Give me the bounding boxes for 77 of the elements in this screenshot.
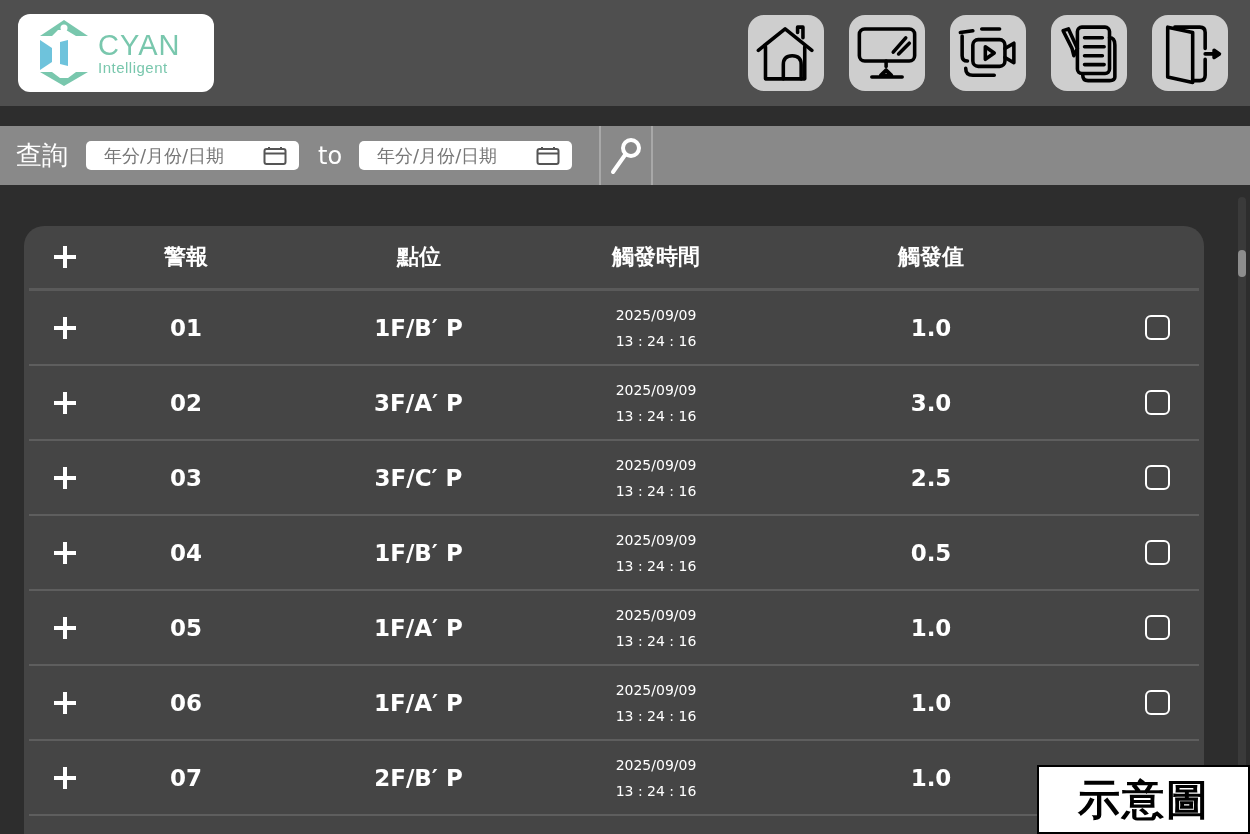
table-cell-text: 1F/B′ P: [373, 539, 464, 566]
expand-button[interactable]: [53, 690, 77, 715]
expand-button[interactable]: [53, 765, 77, 790]
expand-button[interactable]: [53, 615, 77, 640]
table-cell-text: 0.5: [909, 539, 953, 566]
table-cell-text: 2F/B′ P: [373, 764, 464, 791]
date-text: 2025/09/09: [615, 531, 697, 548]
document-button[interactable]: [1051, 15, 1127, 91]
time-text: 13 : 24 : 16: [615, 707, 697, 724]
table-cell-text: 1F/A′ P: [373, 689, 464, 716]
column-header: 觸發值: [896, 243, 965, 271]
time-text: 13 : 24 : 16: [615, 407, 697, 424]
table-cell-text: 1F/B′ P: [373, 314, 464, 341]
diagram-note: 示意圖: [1077, 773, 1210, 826]
logo-tagline: Intelligent: [98, 60, 169, 75]
table-cell-text: 03: [169, 464, 203, 491]
checkbox[interactable]: [1145, 540, 1170, 565]
scrollbar-thumb[interactable]: [1238, 250, 1246, 277]
calendar-icon: [263, 145, 287, 166]
table-cell-text: 05: [169, 614, 203, 641]
date-field[interactable]: 年分/月份/日期: [359, 141, 573, 170]
logout-button[interactable]: [1152, 15, 1228, 91]
date-text: 2025/09/09: [615, 756, 697, 773]
expand-button[interactable]: [53, 540, 77, 565]
range-separator: to: [318, 141, 343, 170]
time-text: 13 : 24 : 16: [615, 782, 697, 799]
table-cell-text: 07: [169, 764, 203, 791]
checkbox[interactable]: [1145, 615, 1170, 640]
checkbox[interactable]: [1145, 315, 1170, 340]
date-text: 2025/09/09: [615, 606, 697, 623]
plus-icon: [53, 245, 77, 269]
table-cell-text: 02: [169, 389, 203, 416]
plus-icon: [53, 465, 77, 490]
checkbox[interactable]: [1145, 390, 1170, 415]
table-cell-text: 1.0: [909, 689, 953, 716]
video-button[interactable]: [950, 15, 1026, 91]
plus-icon: [53, 390, 77, 415]
table-cell-text: 1.0: [909, 764, 953, 791]
column-header: 觸發時間: [610, 243, 701, 271]
home-button[interactable]: [748, 15, 824, 91]
time-text: 13 : 24 : 16: [615, 332, 697, 349]
time-text: 13 : 24 : 16: [615, 557, 697, 574]
search-icon: [609, 135, 644, 176]
query-label: 查詢: [16, 139, 68, 172]
date-text: 2025/09/09: [615, 456, 697, 473]
checkbox[interactable]: [1145, 690, 1170, 715]
monitor-button[interactable]: [849, 15, 925, 91]
table-cell-text: 3.0: [909, 389, 953, 416]
table-cell-text: 1.0: [909, 614, 953, 641]
expand-button[interactable]: [53, 315, 77, 340]
checkbox[interactable]: [1145, 465, 1170, 490]
date-text: 2025/09/09: [615, 381, 697, 398]
table-cell-text: 3F/A′ P: [373, 389, 464, 416]
plus-icon: [53, 690, 77, 715]
table-cell-text: 01: [169, 314, 203, 341]
calendar-icon: [536, 145, 561, 166]
expand-button[interactable]: [53, 465, 77, 490]
table-cell-text: 04: [169, 539, 203, 566]
plus-icon: [53, 765, 77, 790]
table-cell-text: 1.0: [909, 314, 953, 341]
table-cell-text: 1F/A′ P: [373, 614, 464, 641]
date-text: 2025/09/09: [615, 681, 697, 698]
column-header: 警報: [163, 243, 209, 271]
date-text: 2025/09/09: [615, 306, 697, 323]
time-text: 13 : 24 : 16: [615, 632, 697, 649]
plus-icon: [53, 615, 77, 640]
table-cell-text: 2.5: [909, 464, 953, 491]
expand-button[interactable]: [53, 390, 77, 415]
plus-icon: [53, 540, 77, 565]
table-cell-text: 06: [169, 689, 203, 716]
column-header: 點位: [395, 243, 442, 271]
expand-all-button[interactable]: [53, 245, 77, 269]
date-field[interactable]: 年分/月份/日期: [86, 141, 299, 170]
table-cell-text: 3F/C′ P: [373, 464, 464, 491]
time-text: 13 : 24 : 16: [615, 482, 697, 499]
plus-icon: [53, 315, 77, 340]
logo-name: CYAN: [98, 31, 181, 60]
